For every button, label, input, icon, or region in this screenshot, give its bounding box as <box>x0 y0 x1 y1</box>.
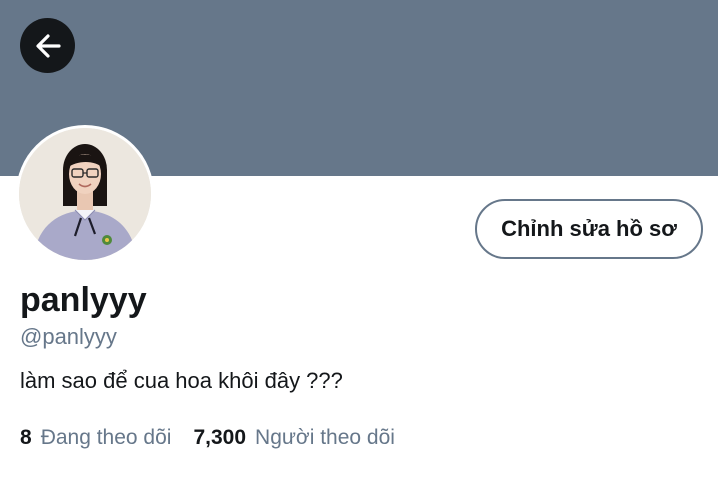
following-count: 8 <box>20 426 32 449</box>
display-name: panlyyy <box>20 281 147 319</box>
profile-bio: làm sao để cua hoa khôi đây ??? <box>20 368 343 393</box>
followers-label: Người theo dõi <box>255 426 395 449</box>
following-label: Đang theo dõi <box>40 426 172 449</box>
profile-stats: 8 Đang theo dõi 7,300 Người theo dõi <box>20 424 395 452</box>
avatar[interactable] <box>16 125 154 263</box>
edit-profile-button[interactable]: Chỉnh sửa hồ sơ <box>475 199 703 259</box>
avatar-photo <box>19 128 151 260</box>
followers-stat[interactable]: 7,300 Người theo dõi <box>193 424 394 452</box>
followers-count: 7,300 <box>193 426 247 449</box>
arrow-left-icon <box>35 33 61 58</box>
following-stat[interactable]: 8 Đang theo dõi <box>20 424 171 452</box>
username-handle: @panlyyy <box>20 324 117 349</box>
back-button[interactable] <box>20 18 75 73</box>
